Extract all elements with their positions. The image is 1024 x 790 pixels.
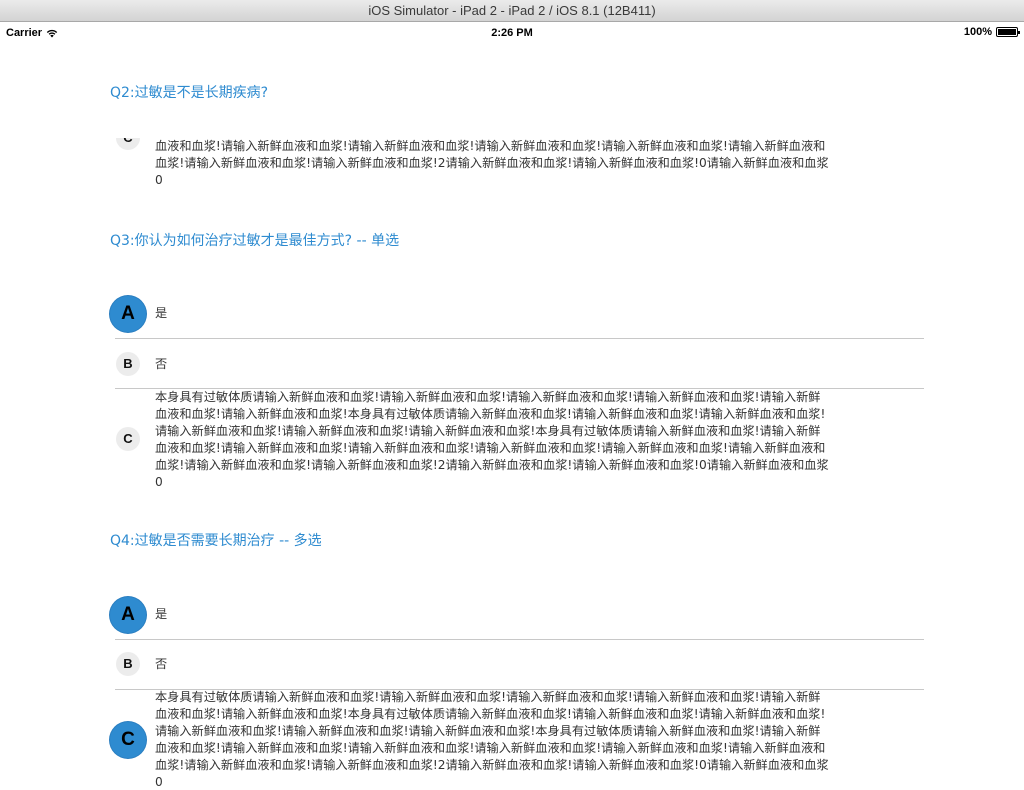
q4-option-a-badge[interactable]: A [110,597,146,633]
text-line: 血液和血浆!请输入新鲜血液和血浆!本身具有过敏体质请输入新鲜血液和血浆!请输入新… [155,407,826,421]
question-q4-title: Q4:过敏是否需要长期治疗 -- 多选 [110,533,322,549]
simulator-title-bar: iOS Simulator - iPad 2 - iPad 2 / iOS 8.… [0,0,1024,22]
text-line: 本身具有过敏体质请输入新鲜血液和血浆!请输入新鲜血液和血浆!请输入新鲜血液和血浆… [155,390,821,404]
text-line: 0 [155,775,163,789]
question-q2-title: Q2:过敏是不是长期疾病? [110,85,269,101]
question-q3-title: Q3:你认为如何治疗过敏才是最佳方式? -- 单选 [110,233,400,249]
q4-option-c-badge[interactable]: C [110,722,146,758]
q2-option-c-text[interactable]: 血液和血浆!请输入新鲜血液和血浆!请输入新鲜血液和血浆!请输入新鲜血液和血浆!请… [155,138,920,189]
window-title: iOS Simulator - iPad 2 - iPad 2 / iOS 8.… [368,3,656,18]
q3-option-c-text[interactable]: 本身具有过敏体质请输入新鲜血液和血浆!请输入新鲜血液和血浆!请输入新鲜血液和血浆… [155,389,920,491]
text-line: 0 [155,173,163,187]
text-line: 请输入新鲜血液和血浆!请输入新鲜血液和血浆!请输入新鲜血液和血浆!本身具有过敏体… [155,724,821,738]
text-line: 血液和血浆!请输入新鲜血液和血浆!本身具有过敏体质请输入新鲜血液和血浆!请输入新… [155,707,826,721]
battery-percent: 100% [963,26,992,38]
text-line: 血液和血浆!请输入新鲜血液和血浆!请输入新鲜血液和血浆!请输入新鲜血液和血浆!请… [155,139,826,153]
battery-icon [996,27,1020,37]
text-line: 血浆!请输入新鲜血液和血浆!请输入新鲜血液和血浆!2请输入新鲜血液和血浆!请输入… [155,758,829,772]
text-line: 血液和血浆!请输入新鲜血液和血浆!请输入新鲜血液和血浆!请输入新鲜血液和血浆!请… [155,441,826,455]
q4-option-c-text[interactable]: 本身具有过敏体质请输入新鲜血液和血浆!请输入新鲜血液和血浆!请输入新鲜血液和血浆… [155,689,920,790]
option-divider [115,338,924,339]
text-line: 本身具有过敏体质请输入新鲜血液和血浆!请输入新鲜血液和血浆!请输入新鲜血液和血浆… [155,690,821,704]
status-bar: Carrier 2:26 PM 100% [0,23,1024,43]
q4-option-b-badge[interactable]: B [116,652,140,676]
q3-option-a-badge[interactable]: A [110,296,146,332]
text-line: 请输入新鲜血液和血浆!请输入新鲜血液和血浆!请输入新鲜血液和血浆!本身具有过敏体… [155,424,821,438]
text-line: 0 [155,475,163,489]
q3-option-b-text[interactable]: 否 [155,356,920,373]
text-line: 血浆!请输入新鲜血液和血浆!请输入新鲜血液和血浆!2请输入新鲜血液和血浆!请输入… [155,156,829,170]
option-divider [115,639,924,640]
q3-option-c-badge[interactable]: C [116,427,140,451]
status-time: 2:26 PM [491,27,533,39]
q4-option-b-text[interactable]: 否 [155,656,920,673]
text-line: 血浆!请输入新鲜血液和血浆!请输入新鲜血液和血浆!2请输入新鲜血液和血浆!请输入… [155,458,829,472]
q4-option-a-text[interactable]: 是 [155,606,920,623]
battery-group: 100% [963,26,1020,38]
q3-option-a-text[interactable]: 是 [155,305,920,322]
q2-option-c-badge[interactable]: C [116,138,140,150]
q3-option-b-badge[interactable]: B [116,352,140,376]
text-line: 血液和血浆!请输入新鲜血液和血浆!请输入新鲜血液和血浆!请输入新鲜血液和血浆!请… [155,741,826,755]
